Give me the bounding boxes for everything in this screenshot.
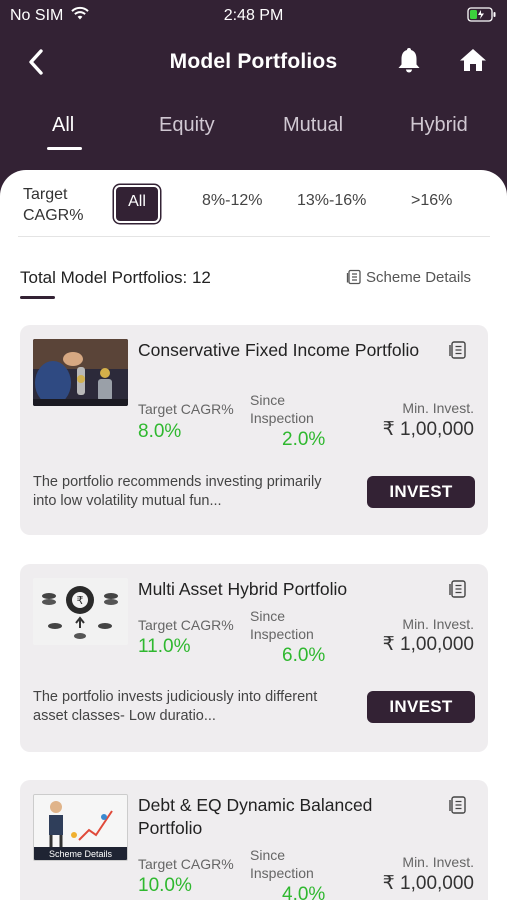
invest-button[interactable]: INVEST: [367, 476, 475, 508]
target-cagr-label: Target CAGR%: [138, 401, 234, 417]
portfolio-name: Multi Asset Hybrid Portfolio: [138, 579, 348, 599]
min-invest-label: Min. Invest.: [402, 854, 474, 870]
filter-chip-8-12[interactable]: 8%-12%: [202, 192, 262, 210]
scheme-details-link[interactable]: Scheme Details: [346, 269, 471, 286]
target-cagr-label: Target CAGR%: [138, 617, 234, 633]
clock: 2:48 PM: [223, 7, 284, 24]
min-invest-label: Min. Invest.: [402, 616, 474, 632]
filter-chip-16-plus[interactable]: >16%: [411, 192, 452, 210]
summary-underline: [20, 296, 55, 299]
scheme-details-label: Scheme Details: [366, 269, 472, 286]
tab-equity[interactable]: Equity: [159, 114, 215, 137]
since-inspection-value: 2.0%: [282, 429, 326, 450]
bell-icon[interactable]: [396, 46, 422, 79]
home-icon[interactable]: [459, 47, 487, 78]
invest-button[interactable]: INVEST: [367, 691, 475, 723]
min-invest-value: ₹ 1,00,000: [382, 634, 474, 655]
nav-bar: Model Portfolios: [0, 42, 507, 82]
tab-hybrid[interactable]: Hybrid: [410, 114, 468, 137]
thumbnail-caption: Scheme Details: [49, 849, 113, 859]
filter-label: Target CAGR%: [23, 186, 84, 224]
since-inspection-label: Since Inspection: [250, 847, 314, 881]
portfolio-thumbnail: [33, 339, 128, 406]
cagr-filter: Target CAGR% All 8%-12% 13%-16% >16%: [0, 170, 507, 236]
target-cagr-value: 11.0%: [138, 636, 191, 657]
portfolio-card[interactable]: Scheme Details Debt & EQ Dynamic Balance…: [20, 780, 488, 900]
portfolio-card[interactable]: Conservative Fixed Income Portfolio Targ…: [20, 325, 488, 535]
category-tabs: All Equity Mutual Hybrid: [0, 114, 507, 154]
portfolio-card[interactable]: ₹ Multi Asset Hybrid Portfolio Target CA…: [20, 564, 488, 752]
tab-mutual[interactable]: Mutual: [283, 114, 343, 137]
portfolio-name: Conservative Fixed Income Portfolio: [138, 340, 420, 360]
page-title: Model Portfolios: [169, 50, 338, 73]
tab-all[interactable]: All: [52, 114, 74, 137]
since-inspection-value: 4.0%: [282, 884, 326, 900]
min-invest-value: ₹ 1,00,000: [382, 873, 474, 894]
filter-chip-13-16[interactable]: 13%-16%: [297, 192, 366, 210]
portfolio-thumbnail: ₹: [33, 578, 128, 645]
target-cagr-value: 8.0%: [138, 421, 182, 442]
portfolio-thumbnail: Scheme Details: [33, 794, 128, 861]
since-inspection-label: Since Inspection: [250, 608, 314, 642]
divider: [18, 236, 490, 237]
portfolio-name: Debt & EQ Dynamic Balanced Portfolio: [138, 795, 373, 838]
content-panel: Target CAGR% All 8%-12% 13%-16% >16% Tot…: [0, 170, 507, 900]
scheme-document-icon[interactable]: [448, 579, 468, 604]
target-cagr-label: Target CAGR%: [138, 856, 234, 872]
since-inspection-value: 6.0%: [282, 645, 326, 666]
min-invest-label: Min. Invest.: [402, 400, 474, 416]
portfolio-count: Total Model Portfolios: 12: [20, 268, 211, 287]
document-list-icon: [346, 269, 361, 285]
target-cagr-value: 10.0%: [138, 875, 192, 896]
filter-chip-all[interactable]: All: [114, 185, 160, 223]
since-inspection-label: Since Inspection: [250, 392, 314, 426]
scheme-document-icon[interactable]: [448, 795, 468, 820]
portfolio-description: The portfolio recommends investing prima…: [33, 474, 322, 509]
scheme-document-icon[interactable]: [448, 340, 468, 365]
status-bar: No SIM 2:48 PM: [0, 4, 507, 26]
svg-text:₹: ₹: [77, 594, 84, 607]
active-tab-indicator: [47, 147, 82, 150]
battery-icon: [467, 7, 497, 27]
min-invest-value: ₹ 1,00,000: [382, 419, 474, 440]
portfolio-description: The portfolio invests judiciously into d…: [33, 689, 318, 724]
